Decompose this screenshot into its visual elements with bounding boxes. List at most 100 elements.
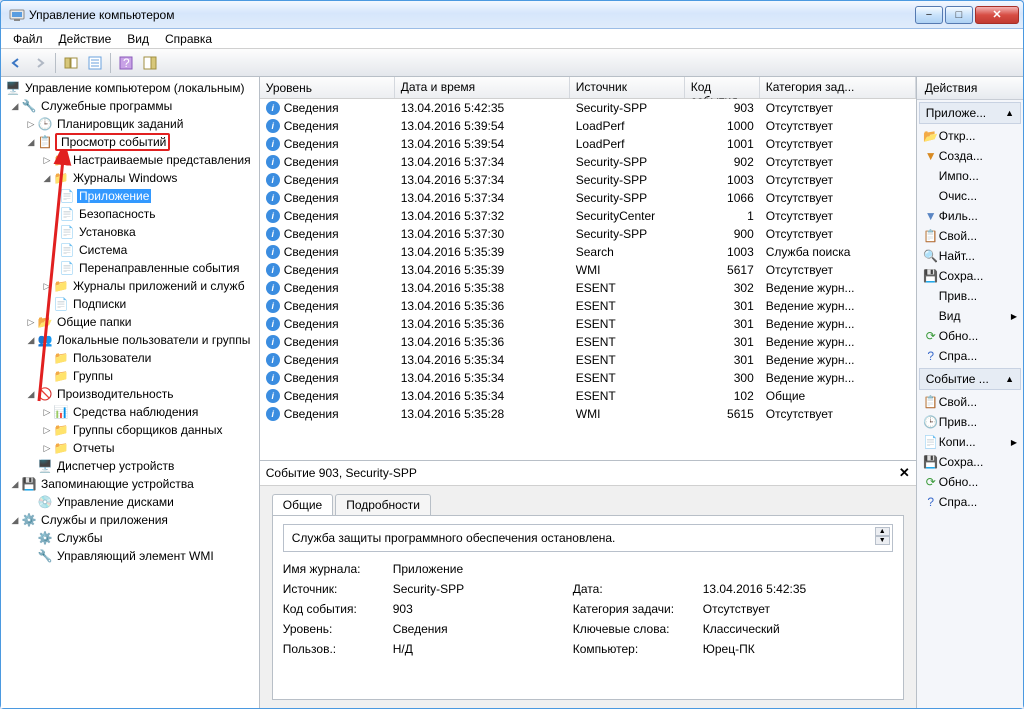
event-row[interactable]: iСведения13.04.2016 5:35:34ESENT301Веден… [260, 351, 916, 369]
tree-data-collector[interactable]: ▷📁Группы сборщиков данных [1, 421, 259, 439]
tree-security-log[interactable]: 📄Безопасность [1, 205, 259, 223]
tree-system-log[interactable]: 📄Система [1, 241, 259, 259]
menu-help[interactable]: Справка [157, 30, 220, 48]
event-row[interactable]: iСведения13.04.2016 5:37:34Security-SPP9… [260, 153, 916, 171]
info-icon: i [266, 299, 280, 313]
actions-section-app[interactable]: Приложе...▲ [919, 102, 1021, 124]
action-create[interactable]: ▼Созда... [919, 147, 1021, 165]
menu-file[interactable]: Файл [5, 30, 51, 48]
show-hide-tree-button[interactable] [60, 52, 82, 74]
action-properties[interactable]: 📋Свой... [919, 227, 1021, 245]
tree-wmi[interactable]: 🔧Управляющий элемент WMI [1, 547, 259, 565]
action-event-attach[interactable]: 🕒Прив... [919, 413, 1021, 431]
event-row[interactable]: iСведения13.04.2016 5:35:36ESENT301Веден… [260, 315, 916, 333]
tree-setup-log[interactable]: 📄Установка [1, 223, 259, 241]
tree-application-log[interactable]: 📄Приложение [1, 187, 259, 205]
tree-windows-logs[interactable]: ◢📁Журналы Windows [1, 169, 259, 187]
action-pane-icon[interactable] [139, 52, 161, 74]
action-event-refresh[interactable]: ⟳Обно... [919, 473, 1021, 491]
tree-system-tools[interactable]: ◢🔧Служебные программы [1, 97, 259, 115]
tree-root[interactable]: 🖥️Управление компьютером (локальным) [1, 79, 259, 97]
info-icon: i [266, 317, 280, 331]
action-event-help[interactable]: ?Спра... [919, 493, 1021, 511]
tree-device-manager[interactable]: 🖥️Диспетчер устройств [1, 457, 259, 475]
event-row[interactable]: iСведения13.04.2016 5:35:38ESENT302Веден… [260, 279, 916, 297]
event-row[interactable]: iСведения13.04.2016 5:42:35Security-SPP9… [260, 99, 916, 117]
action-import[interactable]: Импо... [919, 167, 1021, 185]
action-copy[interactable]: 📄Копи...▶ [919, 433, 1021, 451]
tree-reports[interactable]: ▷📁Отчеты [1, 439, 259, 457]
tree-pane[interactable]: 🖥️Управление компьютером (локальным) ◢🔧С… [1, 77, 260, 708]
action-clear[interactable]: Очис... [919, 187, 1021, 205]
minimize-button[interactable]: − [915, 6, 943, 24]
event-row[interactable]: iСведения13.04.2016 5:35:28WMI5615Отсутс… [260, 405, 916, 423]
tree-storage[interactable]: ◢💾Запоминающие устройства [1, 475, 259, 493]
event-row[interactable]: iСведения13.04.2016 5:39:54LoadPerf1001О… [260, 135, 916, 153]
event-row[interactable]: iСведения13.04.2016 5:35:34ESENT102Общие [260, 387, 916, 405]
tree-services[interactable]: ⚙️Службы [1, 529, 259, 547]
col-datetime[interactable]: Дата и время [395, 77, 570, 98]
close-detail-icon[interactable]: ✕ [899, 465, 910, 481]
message-spinner[interactable]: ▲▼ [875, 527, 890, 545]
col-level[interactable]: Уровень [260, 77, 395, 98]
event-row[interactable]: iСведения13.04.2016 5:35:36ESENT301Веден… [260, 333, 916, 351]
menu-view[interactable]: Вид [119, 30, 157, 48]
event-row[interactable]: iСведения13.04.2016 5:35:34ESENT300Веден… [260, 369, 916, 387]
titlebar[interactable]: Управление компьютером − □ ✕ [1, 1, 1023, 29]
events-pane: Уровень Дата и время Источник Код событи… [260, 77, 917, 708]
tree-monitoring[interactable]: ▷📊Средства наблюдения [1, 403, 259, 421]
tree-disk-management[interactable]: 💿Управление дисками [1, 493, 259, 511]
col-category[interactable]: Категория зад... [760, 77, 916, 98]
computer-management-window: Управление компьютером − □ ✕ Файл Действ… [0, 0, 1024, 709]
action-help[interactable]: ?Спра... [919, 347, 1021, 365]
maximize-button[interactable]: □ [945, 6, 973, 24]
tree-shared-folders[interactable]: ▷📂Общие папки [1, 313, 259, 331]
info-icon: i [266, 389, 280, 403]
action-open[interactable]: 📂Откр... [919, 127, 1021, 145]
tree-local-users[interactable]: ◢👥Локальные пользователи и группы [1, 331, 259, 349]
tree-performance[interactable]: ◢🚫Производительность [1, 385, 259, 403]
action-event-save[interactable]: 💾Сохра... [919, 453, 1021, 471]
forward-button[interactable] [29, 52, 51, 74]
event-row[interactable]: iСведения13.04.2016 5:35:36ESENT301Веден… [260, 297, 916, 315]
action-attach[interactable]: Прив... [919, 287, 1021, 305]
tree-forwarded-log[interactable]: 📄Перенаправленные события [1, 259, 259, 277]
tab-details[interactable]: Подробности [335, 494, 431, 515]
action-find[interactable]: 🔍Найт... [919, 247, 1021, 265]
tree-subscriptions[interactable]: 📄Подписки [1, 295, 259, 313]
action-save[interactable]: 💾Сохра... [919, 267, 1021, 285]
info-icon: i [266, 227, 280, 241]
help-icon[interactable]: ? [115, 52, 137, 74]
event-row[interactable]: iСведения13.04.2016 5:37:32SecurityCente… [260, 207, 916, 225]
event-row[interactable]: iСведения13.04.2016 5:35:39Search1003Слу… [260, 243, 916, 261]
back-button[interactable] [5, 52, 27, 74]
properties-icon[interactable] [84, 52, 106, 74]
tree-users[interactable]: 📁Пользователи [1, 349, 259, 367]
event-row[interactable]: iСведения13.04.2016 5:35:39WMI5617Отсутс… [260, 261, 916, 279]
event-row[interactable]: iСведения13.04.2016 5:37:30Security-SPP9… [260, 225, 916, 243]
event-row[interactable]: iСведения13.04.2016 5:37:34Security-SPP1… [260, 189, 916, 207]
tree-custom-views[interactable]: ▷📁Настраиваемые представления [1, 151, 259, 169]
actions-section-event[interactable]: Событие ...▲ [919, 368, 1021, 390]
close-button[interactable]: ✕ [975, 6, 1019, 24]
col-source[interactable]: Источник [570, 77, 685, 98]
col-eventid[interactable]: Код события [685, 77, 760, 98]
info-icon: i [266, 371, 280, 385]
tree-groups[interactable]: 📁Группы [1, 367, 259, 385]
event-row[interactable]: iСведения13.04.2016 5:39:54LoadPerf1000О… [260, 117, 916, 135]
event-row[interactable]: iСведения13.04.2016 5:37:34Security-SPP1… [260, 171, 916, 189]
action-refresh[interactable]: ⟳Обно... [919, 327, 1021, 345]
tree-app-services-logs[interactable]: ▷📁Журналы приложений и служб [1, 277, 259, 295]
action-view[interactable]: Вид▶ [919, 307, 1021, 325]
tree-task-scheduler[interactable]: ▷🕒Планировщик заданий [1, 115, 259, 133]
event-grid[interactable]: iСведения13.04.2016 5:42:35Security-SPP9… [260, 99, 916, 460]
grid-header[interactable]: Уровень Дата и время Источник Код событи… [260, 77, 916, 99]
info-icon: i [266, 137, 280, 151]
tree-services-apps[interactable]: ◢⚙️Службы и приложения [1, 511, 259, 529]
action-event-properties[interactable]: 📋Свой... [919, 393, 1021, 411]
info-icon: i [266, 407, 280, 421]
tab-general[interactable]: Общие [272, 494, 333, 515]
action-filter[interactable]: ▼Филь... [919, 207, 1021, 225]
tree-event-viewer[interactable]: ◢📋Просмотр событий [1, 133, 259, 151]
menu-action[interactable]: Действие [51, 30, 120, 48]
